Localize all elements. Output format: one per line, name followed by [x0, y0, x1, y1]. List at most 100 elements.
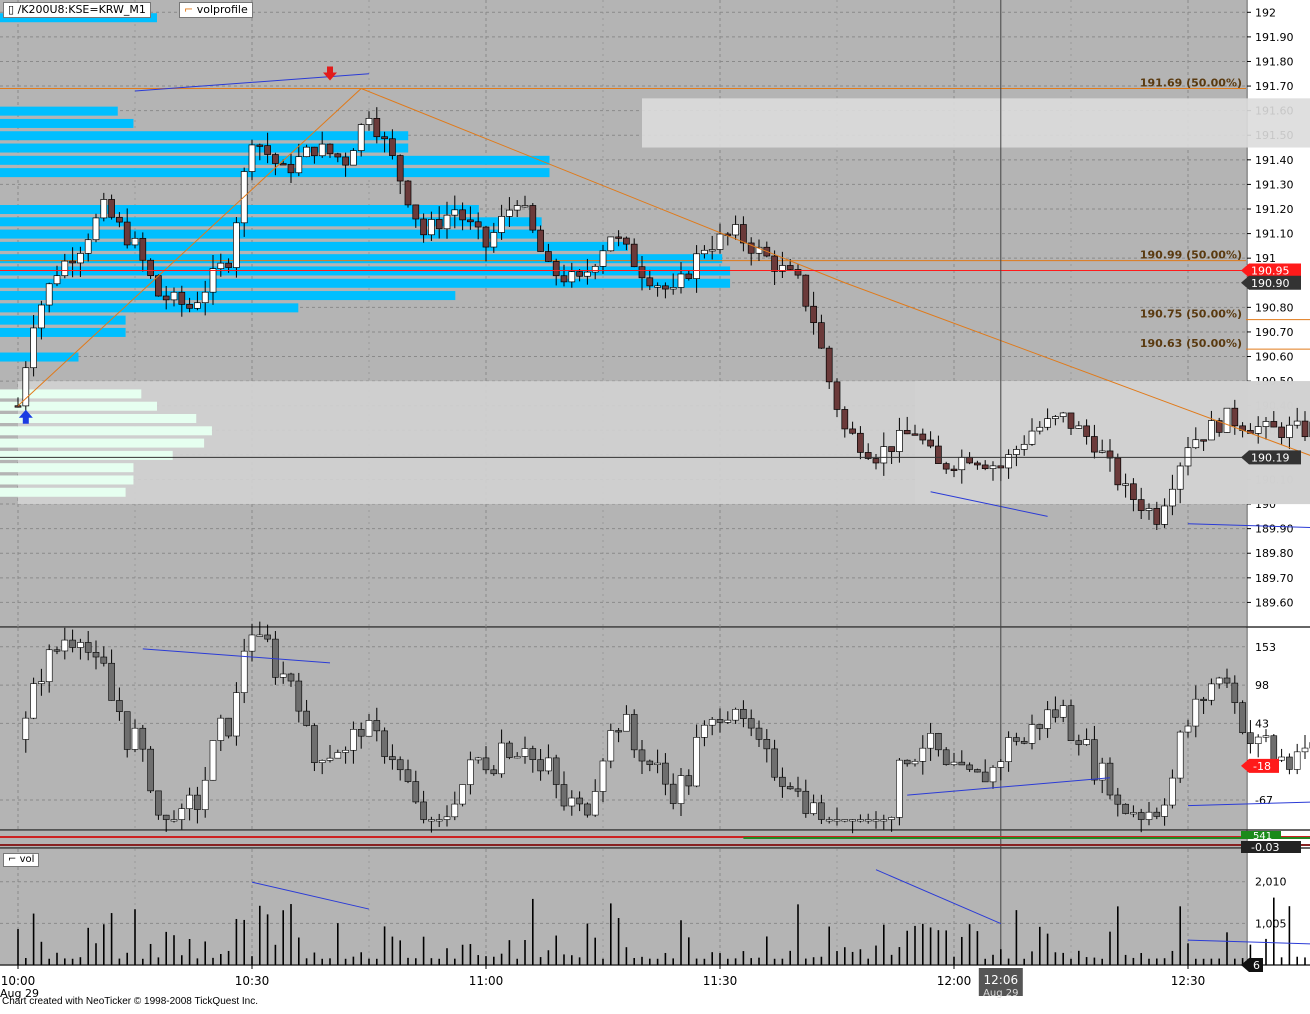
candle-body: [140, 238, 146, 260]
candle-body: [116, 217, 122, 222]
osc-candle: [1084, 740, 1090, 745]
candle-body: [951, 469, 957, 471]
candle-body: [38, 305, 44, 328]
osc-candle: [850, 820, 856, 822]
candle-body: [577, 272, 583, 277]
crosshair-date-label: Aug 29: [983, 988, 1018, 999]
y-tick-label: 190.60: [1255, 351, 1294, 364]
osc-candle: [1060, 706, 1066, 718]
candle-body: [491, 233, 497, 248]
osc-candle: [1162, 805, 1168, 816]
osc-candle: [218, 718, 224, 740]
candle-body: [350, 151, 356, 166]
candle-body: [1130, 484, 1136, 500]
candle-body: [288, 164, 294, 172]
indicator-tab[interactable]: ⌐ volprofile: [179, 2, 253, 18]
osc-candle: [998, 762, 1004, 768]
candle-body: [912, 434, 918, 436]
osc-candle: [1013, 738, 1019, 742]
candle-body: [54, 276, 60, 284]
candle-body: [1224, 408, 1230, 432]
fib-level-label: 190.63 (50.00%): [1140, 337, 1242, 350]
volume-profile-bar: [0, 205, 479, 214]
candle-body: [467, 220, 473, 222]
osc-candle: [475, 758, 481, 760]
osc-candle: [280, 674, 286, 677]
osc-candle: [818, 803, 824, 820]
osc-candle: [764, 739, 770, 749]
candle-body: [1076, 426, 1082, 429]
candle-body: [608, 237, 614, 251]
symbol-tab[interactable]: ▯ /K200U8:KSE=KRW_M1: [3, 2, 151, 18]
y-tick-label: 191.20: [1255, 203, 1294, 216]
osc-candle: [896, 760, 902, 817]
candle-body: [943, 464, 949, 470]
candle-body: [1045, 419, 1051, 428]
volume-profile-bar-va: [0, 451, 173, 460]
osc-candle: [904, 760, 910, 764]
candle-body: [327, 144, 333, 154]
osc-candle: [257, 635, 263, 637]
osc-candle: [920, 748, 926, 761]
candle-body: [1279, 427, 1285, 438]
osc-candle: [678, 776, 684, 804]
crosshair-time-label: 12:06: [984, 973, 1019, 987]
candle-body: [857, 433, 863, 452]
candle-body: [647, 278, 653, 286]
candle-body: [413, 205, 419, 219]
osc-candle: [46, 650, 52, 682]
osc-candle: [413, 782, 419, 802]
osc-candle: [132, 728, 138, 749]
candle-body: [538, 230, 544, 251]
osc-candle: [740, 709, 746, 718]
osc-candle: [1247, 733, 1253, 744]
osc-y-label: 43: [1255, 717, 1269, 730]
candle-body: [1099, 451, 1105, 453]
fib-level-label: 190.99 (50.00%): [1140, 249, 1242, 262]
osc-candle: [943, 750, 949, 765]
y-tick-label: 191.40: [1255, 154, 1294, 167]
candle-body: [15, 406, 21, 408]
candle-body: [31, 328, 37, 368]
osc-candle: [335, 752, 341, 758]
osc-candle: [350, 729, 356, 750]
osc-candle: [210, 740, 216, 780]
candle-body: [311, 147, 317, 156]
osc-candle: [444, 817, 450, 820]
osc-candle: [1130, 812, 1136, 814]
osc-candle: [288, 674, 294, 681]
osc-candle: [928, 733, 934, 748]
candle-body: [561, 276, 567, 282]
candle-body: [584, 272, 590, 276]
candle-body: [967, 457, 973, 463]
volume-profile-bar-va: [0, 426, 212, 435]
candle-body: [374, 118, 380, 136]
candle-body: [475, 222, 481, 227]
osc-candle: [912, 761, 918, 764]
vol-tab[interactable]: ⌐ vol: [3, 853, 39, 867]
candle-body: [210, 269, 216, 293]
candle-body: [896, 430, 902, 451]
osc-candle: [109, 663, 115, 700]
osc-candle: [577, 798, 583, 804]
osc-candle: [499, 743, 505, 774]
osc-candle: [1232, 683, 1238, 703]
osc-candle: [38, 682, 44, 684]
x-tick-label: 11:00: [469, 974, 504, 988]
candle-body: [655, 286, 661, 288]
candle-body: [1263, 421, 1269, 426]
candle-body: [920, 434, 926, 440]
candle-body: [616, 237, 622, 239]
osc-candle: [1006, 738, 1012, 762]
osc-candle: [1169, 778, 1175, 805]
candle-body: [1037, 427, 1043, 431]
osc-candle: [647, 761, 653, 765]
osc-candle: [163, 815, 169, 819]
y-tick-label: 191: [1255, 252, 1276, 265]
candle-body: [272, 155, 278, 164]
candle-body: [959, 457, 965, 469]
osc-candle: [826, 820, 832, 822]
chart-canvas[interactable]: 10:0010:3011:0011:3012:0012:3013:0013:30…: [0, 0, 1310, 1010]
osc-candle: [194, 795, 200, 809]
candle-body: [397, 156, 403, 181]
